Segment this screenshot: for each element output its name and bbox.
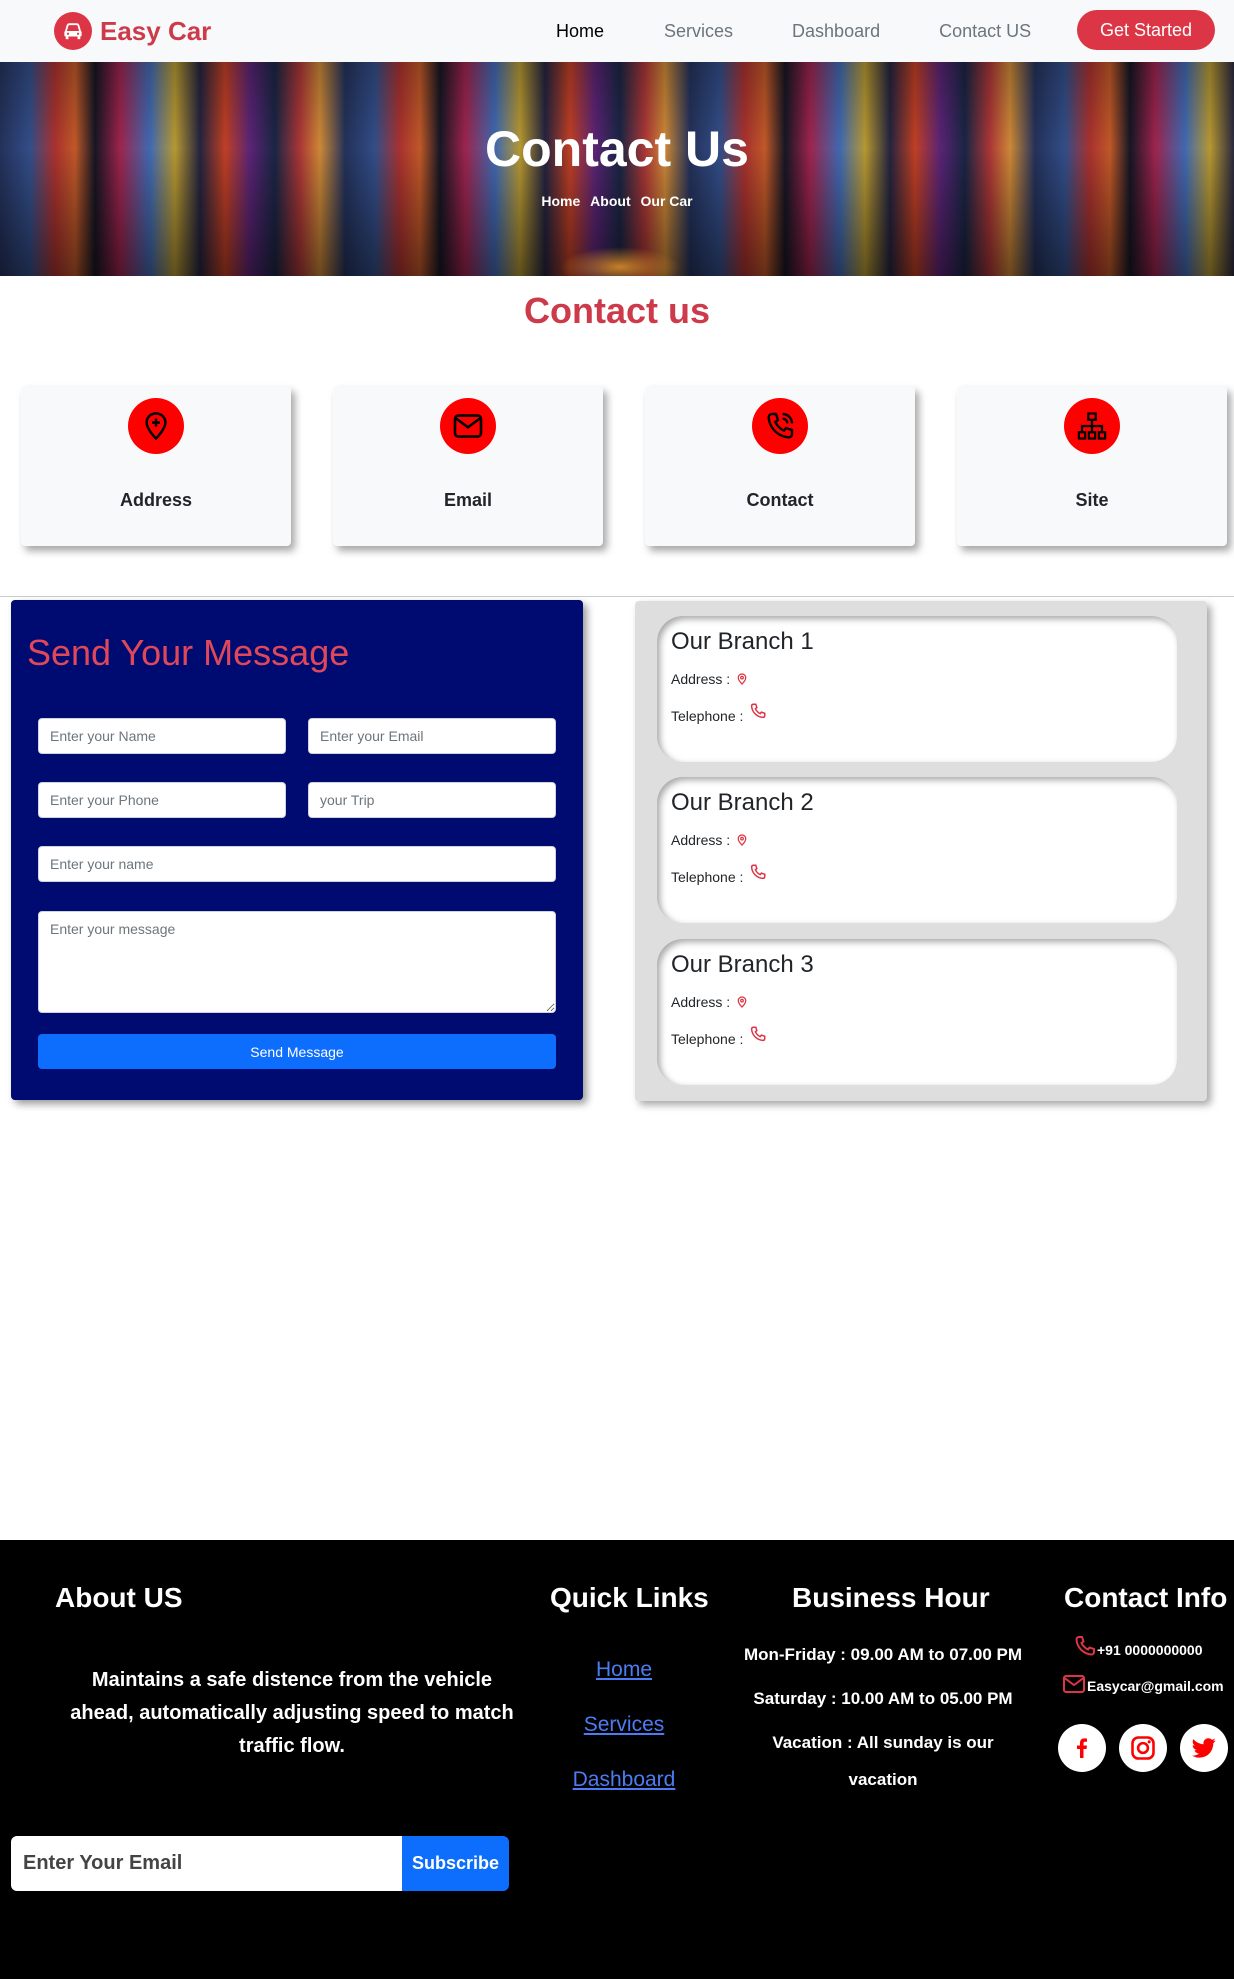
address-card-label: Address — [119, 490, 193, 510]
footer-business-hour-heading: Business Hour — [792, 1582, 990, 1613]
nav-links: Home Services Dashboard Contact US — [556, 0, 1031, 62]
instagram-icon[interactable] — [1119, 1724, 1167, 1772]
name-full-input[interactable] — [38, 846, 556, 882]
footer-phone-number: +91 0000000000 — [1097, 1642, 1203, 1658]
nav-home[interactable]: Home — [556, 21, 614, 42]
name-input[interactable] — [38, 718, 286, 754]
phone-call-icon — [752, 398, 808, 454]
breadcrumb: Home About Our Car — [0, 193, 1234, 209]
branch-address-label: Address : — [671, 832, 731, 848]
footer-about-heading: About US — [55, 1582, 183, 1613]
branch-card: Our Branch 3 Address : Telephone : — [657, 939, 1177, 1085]
form-title: Send Your Message — [27, 632, 350, 673]
footer-email: Easycar@gmail.com — [1062, 1674, 1224, 1694]
get-started-button[interactable]: Get Started — [1077, 10, 1215, 50]
breadcrumb-our-car[interactable]: Our Car — [641, 193, 693, 209]
hero-title: Contact Us — [485, 121, 749, 177]
branch-telephone-label: Telephone : — [671, 869, 744, 885]
hours-saturday: Saturday : 10.00 AM to 05.00 PM — [753, 1689, 1013, 1708]
subscribe-button[interactable]: Subscribe — [402, 1836, 509, 1891]
location-pin-icon — [737, 834, 747, 846]
trip-input[interactable] — [308, 782, 556, 818]
email-card-label: Email — [443, 490, 493, 510]
phone-icon — [1075, 1636, 1095, 1656]
footer-phone: +91 0000000000 — [1073, 1634, 1203, 1658]
branches-panel: Our Branch 1 Address : Telephone : Our B… — [635, 601, 1207, 1101]
branch-title: Our Branch 3 — [671, 951, 814, 978]
phone-input[interactable] — [38, 782, 286, 818]
nav-dashboard[interactable]: Dashboard — [792, 21, 880, 42]
twitter-icon[interactable] — [1180, 1724, 1228, 1772]
branch-telephone-label: Telephone : — [671, 1031, 744, 1047]
branch-telephone: Telephone : — [671, 1026, 767, 1047]
business-hours: Mon-Friday : 09.00 AM to 07.00 PM Saturd… — [738, 1636, 1028, 1805]
sitemap-icon — [1064, 398, 1120, 454]
footer-about-text: Maintains a safe distence from the vehic… — [70, 1669, 514, 1757]
footer-quick-links-heading: Quick Links — [550, 1582, 709, 1613]
car-icon — [54, 12, 92, 50]
footer-email-address: Easycar@gmail.com — [1087, 1678, 1224, 1694]
hours-vacation: Vacation : All sunday is our vacation — [772, 1733, 994, 1789]
footer-link-home[interactable]: Home — [540, 1658, 708, 1682]
send-message-button[interactable]: Send Message — [38, 1034, 556, 1069]
contact-card-label: Contact — [746, 490, 814, 510]
branch-telephone: Telephone : — [671, 864, 767, 885]
envelope-icon — [1063, 1675, 1085, 1693]
branch-telephone-label: Telephone : — [671, 708, 744, 724]
hero-banner: Contact Us Home About Our Car — [0, 62, 1234, 276]
email-input[interactable] — [308, 718, 556, 754]
branch-title: Our Branch 2 — [671, 789, 814, 816]
site-card: Site — [957, 386, 1227, 546]
phone-icon — [751, 1026, 766, 1042]
breadcrumb-about[interactable]: About — [590, 193, 630, 209]
branch-telephone: Telephone : — [671, 703, 767, 724]
brand-link[interactable]: Easy Car — [54, 12, 211, 50]
branch-address: Address : — [671, 671, 748, 687]
location-pin-icon — [737, 673, 747, 685]
contact-card: Contact — [645, 386, 915, 546]
section-divider — [0, 596, 1234, 597]
branch-card: Our Branch 1 Address : Telephone : — [657, 616, 1177, 762]
footer-contact-info-heading: Contact Info — [1064, 1582, 1228, 1613]
breadcrumb-home[interactable]: Home — [541, 193, 580, 209]
nav-services[interactable]: Services — [664, 21, 733, 42]
email-card: Email — [333, 386, 603, 546]
footer-link-dashboard[interactable]: Dashboard — [540, 1768, 708, 1792]
branch-address-label: Address : — [671, 994, 731, 1010]
branch-address: Address : — [671, 832, 748, 848]
branch-address-label: Address : — [671, 671, 731, 687]
message-textarea[interactable] — [38, 911, 556, 1013]
location-pin-plus-icon — [128, 398, 184, 454]
phone-icon — [751, 703, 766, 719]
facebook-icon[interactable] — [1058, 1724, 1106, 1772]
footer: About US Maintains a safe distence from … — [0, 1540, 1234, 1979]
subscribe-email-input[interactable] — [11, 1836, 403, 1891]
branch-card: Our Branch 2 Address : Telephone : — [657, 777, 1177, 923]
brand-name: Easy Car — [100, 15, 212, 46]
phone-icon — [751, 864, 766, 880]
navbar: Easy Car Home Services Dashboard Contact… — [0, 0, 1234, 62]
location-pin-icon — [737, 996, 747, 1008]
message-form: Send Your Message Send Message — [11, 600, 583, 1100]
nav-contact-us[interactable]: Contact US — [939, 21, 1031, 42]
footer-link-services[interactable]: Services — [540, 1713, 708, 1737]
branch-address: Address : — [671, 994, 748, 1010]
site-card-label: Site — [1075, 490, 1109, 510]
address-card: Address — [21, 386, 291, 546]
hours-weekday: Mon-Friday : 09.00 AM to 07.00 PM — [743, 1645, 1023, 1664]
branch-title: Our Branch 1 — [671, 628, 814, 655]
envelope-icon — [440, 398, 496, 454]
contact-heading: Contact us — [523, 290, 710, 331]
